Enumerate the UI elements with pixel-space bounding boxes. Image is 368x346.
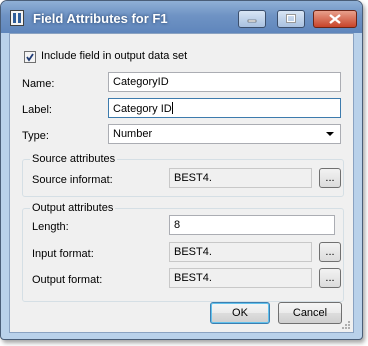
- type-value: Number: [113, 128, 153, 140]
- label-label: Label:: [22, 104, 52, 116]
- dialog-body: Include field in output data set Name: C…: [9, 33, 354, 333]
- title-bar[interactable]: Field Attributes for F1: [1, 1, 362, 33]
- close-icon: [329, 14, 341, 24]
- source-informat-label: Source informat:: [32, 174, 113, 186]
- type-select[interactable]: Number: [108, 124, 341, 144]
- source-informat-field: BEST4.: [169, 168, 312, 188]
- app-icon: [10, 10, 24, 26]
- source-group-title: Source attributes: [30, 153, 118, 165]
- minimize-button[interactable]: [238, 10, 266, 28]
- input-format-label: Input format:: [32, 248, 94, 260]
- input-format-browse-button[interactable]: ...: [319, 242, 341, 262]
- chevron-down-icon: [326, 132, 334, 136]
- label-value: Category ID: [113, 103, 172, 115]
- maximize-button[interactable]: [277, 10, 305, 28]
- output-format-label: Output format:: [32, 274, 103, 286]
- input-format-value: BEST4.: [174, 246, 212, 258]
- input-format-field: BEST4.: [169, 242, 312, 262]
- include-checkbox[interactable]: [24, 51, 36, 63]
- resize-grip-icon[interactable]: [341, 320, 351, 330]
- name-value: CategoryID: [113, 76, 169, 88]
- length-field[interactable]: 8: [169, 215, 335, 235]
- length-label: Length:: [32, 221, 69, 233]
- output-attributes-group: Output attributes Length: 8 Input format…: [22, 202, 344, 302]
- include-label: Include field in output data set: [41, 50, 188, 62]
- source-attributes-group: Source attributes Source informat: BEST4…: [22, 153, 344, 197]
- length-value: 8: [174, 219, 181, 231]
- dialog-window: Field Attributes for F1 Include field in…: [0, 0, 363, 340]
- text-caret: [171, 102, 173, 114]
- source-informat-value: BEST4.: [174, 172, 212, 184]
- output-group-title: Output attributes: [30, 202, 116, 214]
- output-format-value: BEST4.: [174, 272, 212, 284]
- label-field[interactable]: Category ID: [108, 98, 341, 118]
- output-format-field: BEST4.: [169, 268, 312, 288]
- cancel-button[interactable]: Cancel: [278, 302, 342, 324]
- name-field[interactable]: CategoryID: [108, 72, 341, 92]
- type-label: Type:: [22, 130, 49, 142]
- close-window-button[interactable]: [313, 10, 357, 28]
- name-label: Name:: [22, 78, 55, 90]
- source-informat-browse-button[interactable]: ...: [319, 168, 341, 188]
- minimize-icon: [247, 19, 257, 23]
- window-title: Field Attributes for F1: [33, 11, 168, 26]
- maximize-icon: [286, 14, 296, 23]
- checkmark-icon: [26, 53, 34, 62]
- output-format-browse-button[interactable]: ...: [319, 268, 341, 288]
- ok-button[interactable]: OK: [210, 302, 270, 324]
